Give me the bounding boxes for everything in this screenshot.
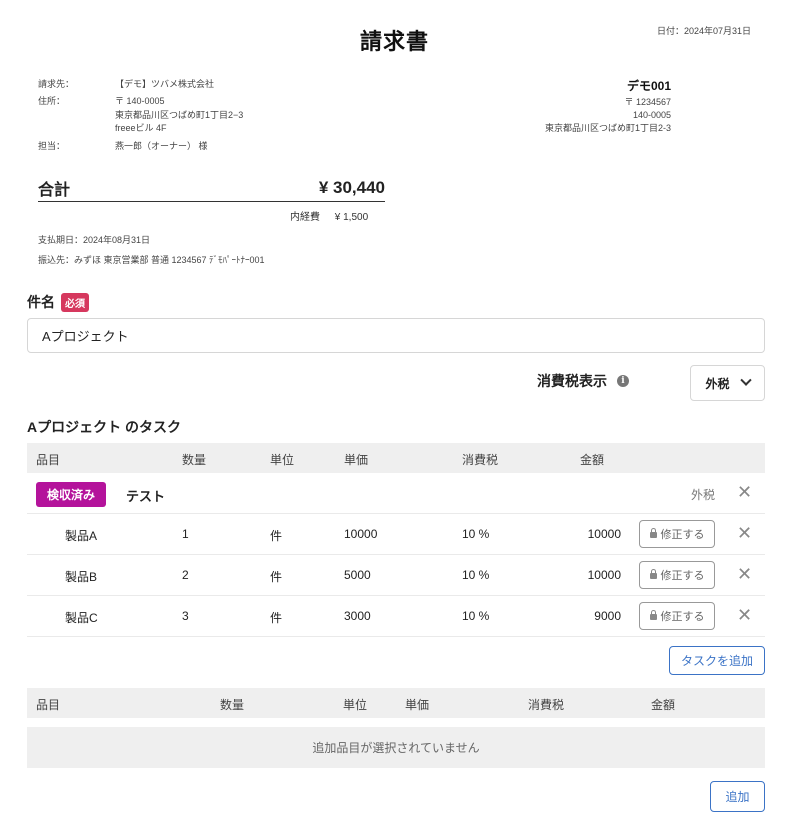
sender-name: デモ001 [626,79,671,93]
info-circle-icon[interactable]: i [617,375,629,387]
header-item: 品目 [36,453,61,467]
client-label: 請求先： [38,79,75,89]
lock-icon [649,569,657,579]
row-amount: 10000 [587,568,621,582]
client-name: 【デモ】ツバメ株式会社 [115,79,215,89]
sender-line2: 140-0005 [632,110,671,120]
header-unit: 単位 [343,698,368,712]
header-price: 単価 [405,698,430,712]
header-tax: 消費税 [528,698,565,712]
chevron-down-icon [739,374,752,386]
contact-label: 担当： [38,141,66,151]
row-tax: 10 % [462,568,490,582]
total-label: 合計 [38,181,71,199]
edit-button[interactable]: 修正する [639,602,715,630]
row-item: 製品C [65,611,98,625]
close-icon[interactable]: ✕ [737,524,752,542]
inspected-badge: 検収済み [36,482,107,507]
row-item: 製品B [65,570,98,584]
total-value: ¥ 30,440 [318,177,385,197]
row-tax: 10 % [462,527,490,541]
row-qty: 3 [182,609,189,623]
row-item: 製品A [65,529,98,543]
edit-label: 修正する [660,570,705,582]
close-icon[interactable]: ✕ [737,606,752,624]
header-price: 単価 [344,453,369,467]
subject-input[interactable] [27,318,765,353]
row-qty: 1 [182,527,189,541]
subject-label: 件名 必須 [27,292,89,312]
row-unit: 件 [270,529,283,543]
address-label: 住所： [38,96,66,106]
tax-display-label: 消費税表示 i [537,371,629,391]
group-tax-mode: 外税 [691,488,716,502]
task-group-row: 検収済み テスト 外税 ✕ [27,473,765,514]
client-address2: freeeビル 4F [115,123,167,133]
header-item: 品目 [36,698,61,712]
header-qty: 数量 [182,453,207,467]
table-row: 製品A 1 件 10000 10 % 10000 修正する ✕ [27,514,765,555]
row-price: 3000 [344,609,371,623]
task-table-header: 品目 数量 単位 単価 消費税 金額 [27,443,765,473]
sender-line3: 東京都品川区つばめ町1丁目2-3 [544,123,671,133]
tax-select-value: 外税 [705,376,730,391]
contact-name: 燕一郎（オーナー） 様 [115,141,208,151]
sender-postal: 〒 1234567 [624,97,671,107]
header-tax: 消費税 [462,453,499,467]
bank-info: 振込先：みずほ 東京営業部 普通 1234567 ﾃﾞﾓﾊﾟｰﾄﾅｰ001 [38,255,265,265]
client-address1: 東京都品川区つばめ町1丁目2−3 [115,110,244,120]
header-amount: 金額 [580,453,605,467]
inner-expense-label: 内経費 [290,212,320,223]
group-name: テスト [126,489,166,504]
row-amount: 9000 [594,609,621,623]
task-heading: Aプロジェクト のタスク [27,419,181,435]
edit-button[interactable]: 修正する [639,520,715,548]
edit-label: 修正する [660,611,705,623]
row-unit: 件 [270,611,283,625]
invoice-date: 日付：2024年07月31日 [656,26,751,36]
row-qty: 2 [182,568,189,582]
inner-expense: 内経費 ¥ 1,500 [290,208,368,223]
table-row: 製品B 2 件 5000 10 % 10000 修正する ✕ [27,555,765,596]
extra-table-header: 品目 数量 単位 単価 消費税 金額 [27,688,765,718]
tax-display-select[interactable]: 外税 [690,365,765,401]
tax-display-label-text: 消費税表示 [537,373,607,389]
add-task-button[interactable]: タスクを追加 [669,646,765,675]
row-tax: 10 % [462,609,490,623]
lock-icon [649,528,657,538]
close-icon[interactable]: ✕ [737,565,752,583]
row-unit: 件 [270,570,283,584]
edit-label: 修正する [660,529,705,541]
header-qty: 数量 [220,698,245,712]
table-row: 製品C 3 件 3000 10 % 9000 修正する ✕ [27,596,765,637]
empty-message: 追加品目が選択されていません [27,727,765,768]
row-price: 5000 [344,568,371,582]
subject-label-text: 件名 [27,294,55,310]
total-row: 合計 ¥ 30,440 [38,174,385,202]
row-amount: 10000 [587,527,621,541]
close-icon[interactable]: ✕ [737,483,752,501]
lock-icon [649,610,657,620]
due-date: 支払期日：2024年08月31日 [38,235,151,245]
add-button[interactable]: 追加 [710,781,765,812]
client-postal: 〒 140-0005 [115,96,165,106]
required-badge: 必須 [61,292,89,312]
row-price: 10000 [344,527,378,541]
edit-button[interactable]: 修正する [639,561,715,589]
header-unit: 単位 [270,453,295,467]
header-amount: 金額 [651,698,676,712]
inner-expense-value: ¥ 1,500 [334,212,369,223]
